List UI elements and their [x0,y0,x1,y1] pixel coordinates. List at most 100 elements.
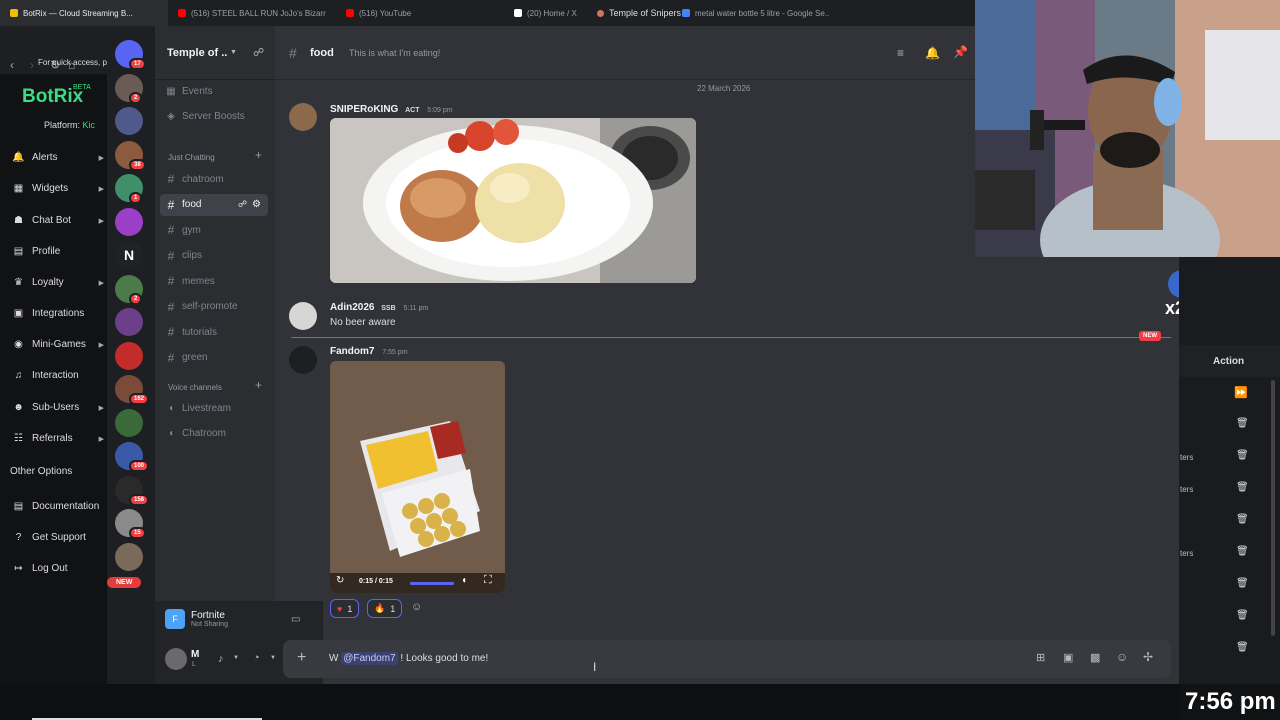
forward-icon[interactable]: › [30,58,34,72]
trash-icon[interactable]: 🗑 [1236,578,1249,589]
menu-label: Profile [32,246,61,257]
browser-tab[interactable]: (516) STEEL BALL RUN JoJo's Bizarre ... [168,0,336,26]
botrix-menu-item[interactable]: ↦ Log Out [12,563,108,574]
reaction-chip[interactable]: ♥ 1 [330,599,360,618]
trash-icon[interactable]: 🗑 [1236,418,1249,429]
browser-tab[interactable]: metal water bottle 5 litre - Google Se..… [672,0,840,26]
back-icon[interactable]: ‹ [10,58,14,72]
trash-icon[interactable]: 🗑 [1236,546,1249,557]
sticker-icon[interactable]: ▩ [1090,651,1100,664]
server-icon[interactable] [115,341,143,370]
activity-card[interactable]: F Fortnite Not Sharing [165,609,228,629]
microphone-icon[interactable]: ♪ [218,653,224,665]
channel-label: clips [182,250,203,261]
channel-item[interactable]: ▦ Events [160,80,268,102]
server-icon[interactable] [115,207,143,236]
headphones-icon[interactable]: ◔ [253,652,260,664]
add-member-icon[interactable]: ☍ [253,46,264,59]
chevron-right-icon: ▶ [98,435,104,443]
message-author[interactable]: Fandom7 7:55 pm [330,346,408,357]
volume-icon[interactable]: ◖ [461,575,467,586]
botrix-menu-item[interactable]: ☷ Referrals ▶ [12,433,108,444]
channel-gym[interactable]: # gym [160,219,268,241]
trash-icon[interactable]: 🗑 [1236,610,1249,621]
trash-icon[interactable]: 🗑 [1236,482,1249,493]
avatar[interactable] [289,103,317,131]
gift-icon[interactable]: ⊞ [1036,651,1045,664]
browser-tab[interactable]: (516) YouTube [336,0,504,26]
scrollbar[interactable] [1271,380,1275,636]
botrix-menu-item[interactable]: ♫ Interaction [12,370,108,381]
fast-forward-icon[interactable]: ⏩ [1234,386,1248,399]
server-header[interactable]: Temple of ... ▼ ☍ [155,26,275,80]
threads-icon[interactable]: ≡ [897,46,904,60]
botrix-menu-item[interactable]: ? Get Support [12,532,108,543]
plus-icon[interactable]: + [255,378,262,392]
replay-icon[interactable]: ↻ [336,575,344,586]
video-attachment[interactable]: ↻ 0:15 / 0:15 ◖ ⛶ [330,361,505,593]
botrix-menu-item[interactable]: 🔔 Alerts ▶ [12,152,108,163]
channel-item[interactable]: ◈ Server Boosts [160,105,268,127]
trash-icon[interactable]: 🗑 [1236,514,1249,525]
reaction-chip[interactable]: 🔥 1 [367,599,403,618]
invite-icon[interactable]: ☍ [238,199,247,210]
message-input-text[interactable]: W @Fandom7 ! Looks good to me! [329,652,488,665]
webcam-overlay [975,0,1280,257]
platform-selector[interactable]: Platform: Kic [44,120,95,130]
botrix-sidebar: BotRix BETA Platform: Kic 🔔 Alerts ▶ ▦ Widge… [0,74,110,720]
video-progress-track[interactable] [410,582,454,585]
avatar[interactable] [165,648,187,670]
server-icon[interactable] [115,308,143,336]
apps-icon[interactable]: ✢ [1143,650,1153,664]
emoji-icon[interactable]: ☺ [1116,650,1128,664]
add-reaction-icon[interactable]: ☺ [411,601,422,613]
avatar[interactable] [289,302,317,330]
voice-channel[interactable]: ◖ Chatroom [160,423,268,445]
server-icon[interactable] [115,542,143,571]
category-voice[interactable]: Voice channels [168,383,222,392]
gear-icon[interactable]: ⚙ [252,199,261,210]
botrix-menu-item[interactable]: ☻ Sub-Users ▶ [12,402,108,413]
pin-icon[interactable]: 📌 [953,45,968,59]
server-icon[interactable] [115,408,143,437]
botrix-menu-item[interactable]: ◉ Mini-Games ▶ [12,339,108,350]
channel-clips[interactable]: # clips [160,245,268,267]
video-progress-fill [410,582,454,585]
channel-chatroom[interactable]: # chatroom [160,168,268,190]
message-input[interactable]: + W @Fandom7 ! Looks good to me! ⊞ ▣ ▩ ☺… [283,640,1171,678]
botrix-menu-item[interactable]: ▦ Widgets ▶ [12,183,108,194]
boost-icon: ◈ [167,110,175,122]
channel-memes[interactable]: # memes [160,270,268,292]
channel-self-promote[interactable]: # self-promote [160,296,268,318]
trash-icon[interactable]: 🗑 [1236,450,1249,461]
plus-icon[interactable]: + [255,148,262,162]
message-author[interactable]: SNIPERoKING ACT 5:09 pm [330,104,453,115]
profile-icon: ▤ [13,246,24,257]
chevron-down-icon[interactable]: ▼ [233,655,239,661]
mention-chip[interactable]: @Fandom7 [341,652,398,665]
channel-tutorials[interactable]: # tutorials [160,321,268,343]
plus-icon[interactable]: + [297,649,306,667]
botrix-menu-item[interactable]: ☗ Chat Bot ▶ [12,215,108,226]
row-text-fragment: ters [1180,453,1194,462]
channel-food[interactable]: # food ☍ ⚙ [160,193,268,216]
bell-icon[interactable]: 🔔 [925,46,940,60]
botrix-menu-item[interactable]: ▣ Integrations [12,308,108,319]
avatar[interactable] [289,346,317,374]
server-icon [597,9,604,17]
voice-channel[interactable]: ◖ Livestream [160,397,268,419]
botrix-menu-item[interactable]: ♛ Loyalty ▶ [12,277,108,288]
server-icon[interactable]: N [115,241,143,269]
category-just-chatting[interactable]: Just Chatting [168,153,215,162]
botrix-menu-item[interactable]: ▤ Profile [12,246,108,257]
gif-icon[interactable]: ▣ [1063,651,1073,664]
server-icon[interactable] [115,107,143,135]
message-author[interactable]: Adin2026 SSB 5:11 pm [330,302,428,313]
fullscreen-icon[interactable]: ⛶ [484,574,492,587]
botrix-menu-item[interactable]: ▤ Documentation [12,501,108,512]
channel-topic[interactable]: This is what I'm eating! [349,48,440,58]
food-photo-attachment[interactable] [330,118,696,283]
trash-icon[interactable]: 🗑 [1236,642,1249,653]
browser-tab[interactable]: BotRix — Cloud Streaming B... [0,0,168,26]
channel-green[interactable]: # green [160,347,268,369]
